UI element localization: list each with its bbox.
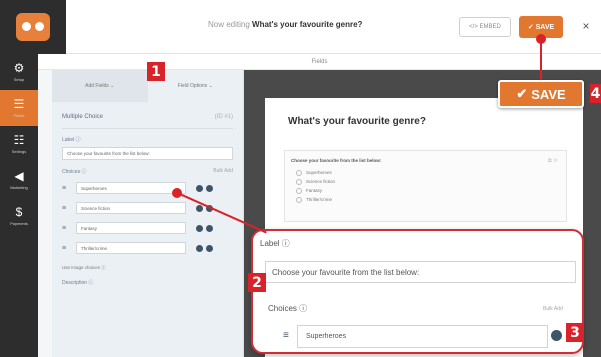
callout-add-choice-icon[interactable] [551,330,562,341]
drag-handle-icon[interactable]: ≡ [62,185,72,192]
preview-field-tools-icon[interactable]: ⧉✕ [548,158,559,164]
remove-choice-icon[interactable] [206,184,213,192]
save-callout-label: SAVE [531,86,566,102]
leader-line [540,39,542,81]
choice-input[interactable]: Thriller/crime [76,242,186,254]
check-icon: ✔ [516,86,528,101]
add-choice-icon[interactable] [196,224,203,232]
callout-label-caption: Label ⓘ [260,239,290,248]
builder-header: Now editing What's your favourite genre?… [0,0,601,54]
choice-input[interactable]: Fantasy [76,222,186,234]
bulk-add-link[interactable]: Bulk Add [213,168,233,175]
sidebar-item-payments[interactable]: $ Payments [0,198,38,234]
choice-row: ≡ Superheroes [62,181,233,195]
builder-sidebar: ⚙ Setup ☰ Fields ☷ Settings ◀ Marketing … [0,54,38,357]
preview-question: Choose your favourite from the list belo… [291,158,382,163]
drag-handle-icon[interactable]: ≡ [62,205,72,212]
field-options-panel: Add Fields ⌄ Field Options ⌄ Multiple Ch… [52,70,244,357]
sidebar-item-label: Marketing [10,185,28,190]
choice-row: ≡ Fantasy [62,221,233,235]
remove-choice-icon[interactable] [206,244,213,252]
tab-add-fields[interactable]: Add Fields ⌄ [52,70,148,102]
form-title: What's your favourite genre? [252,20,363,29]
sidebar-item-label: Fields [13,113,25,118]
choices-header: Choices ⓘ Bulk Add [62,168,233,175]
drag-handle-icon[interactable]: ≡ [62,225,72,232]
field-id: (ID #1) [214,114,233,120]
save-callout-button[interactable]: ✔ SAVE [498,80,584,108]
sidebar-item-marketing[interactable]: ◀ Marketing [0,162,38,198]
label-field[interactable]: Choose your favourite from the list belo… [62,147,233,160]
choice-actions [196,224,213,232]
embed-button[interactable]: </> EMBED [459,17,511,37]
choice-row: ≡ Science fiction [62,201,233,215]
divider [62,128,233,129]
preview-option: Science fiction [296,179,335,185]
step-marker-2: 2 [248,273,266,292]
callout-drag-handle-icon[interactable]: ≡ [283,330,289,341]
megaphone-icon: ◀ [14,169,24,183]
sidebar-item-settings[interactable]: ☷ Settings [0,126,38,162]
preview-option: Thriller/crime [296,197,332,203]
choice-row: ≡ Thriller/crime [62,241,233,255]
callout-choices-caption: Choices ⓘ [268,304,308,313]
sidebar-item-setup[interactable]: ⚙ Setup [0,54,38,90]
wpforms-logo [0,0,66,54]
fields-icon: ☰ [13,97,25,111]
now-editing-text: Now editing What's your favourite genre? [208,20,362,29]
gear-icon: ⚙ [13,61,25,75]
sidebar-item-label: Setup [13,77,25,82]
step-marker-1: 1 [147,62,165,81]
sliders-icon: ☷ [13,133,25,147]
add-choice-icon[interactable] [196,244,203,252]
close-icon[interactable]: × [577,16,595,36]
drag-handle-icon[interactable]: ≡ [62,245,72,252]
bear-logo-icon [16,13,50,41]
fields-section-title: Fields [38,54,601,70]
sidebar-item-label: Settings [11,149,27,154]
callout-choice-input[interactable]: Superheroes [297,325,548,348]
leader-dot [536,34,546,44]
callout-bulk-add-link[interactable]: Bulk Add [543,306,563,312]
label-caption: Label ⓘ [62,137,81,143]
choice-input[interactable]: Science fiction [76,202,186,214]
preview-option: Fantasy [296,188,322,194]
callout-label-field[interactable]: Choose your favourite from the list belo… [265,261,576,283]
add-choice-icon[interactable] [196,184,203,192]
field-type-name: Multiple Choice [62,114,104,120]
step-marker-3: 3 [566,323,584,342]
choice-actions [196,244,213,252]
use-image-choices-toggle[interactable]: Use image choices ⓘ [62,265,233,271]
now-editing-prefix: Now editing [208,20,250,29]
preview-form-title: What's your favourite genre? [288,116,426,127]
remove-choice-icon[interactable] [206,224,213,232]
choice-input[interactable]: Superheroes [76,182,186,194]
field-type-heading[interactable]: Multiple Choice (ID #1) [62,114,233,120]
sidebar-item-label: Payments [10,221,28,226]
preview-option: Superheroes [296,170,332,176]
choice-actions [196,184,213,192]
description-caption: Description ⓘ [62,280,94,286]
choices-caption: Choices ⓘ [62,169,87,175]
step-marker-4: 4 [590,84,601,103]
dollar-icon: $ [15,205,23,219]
add-choice-icon[interactable] [196,204,203,212]
sidebar-item-fields[interactable]: ☰ Fields [0,90,38,126]
wpforms-builder: Now editing What's your favourite genre?… [0,0,601,357]
